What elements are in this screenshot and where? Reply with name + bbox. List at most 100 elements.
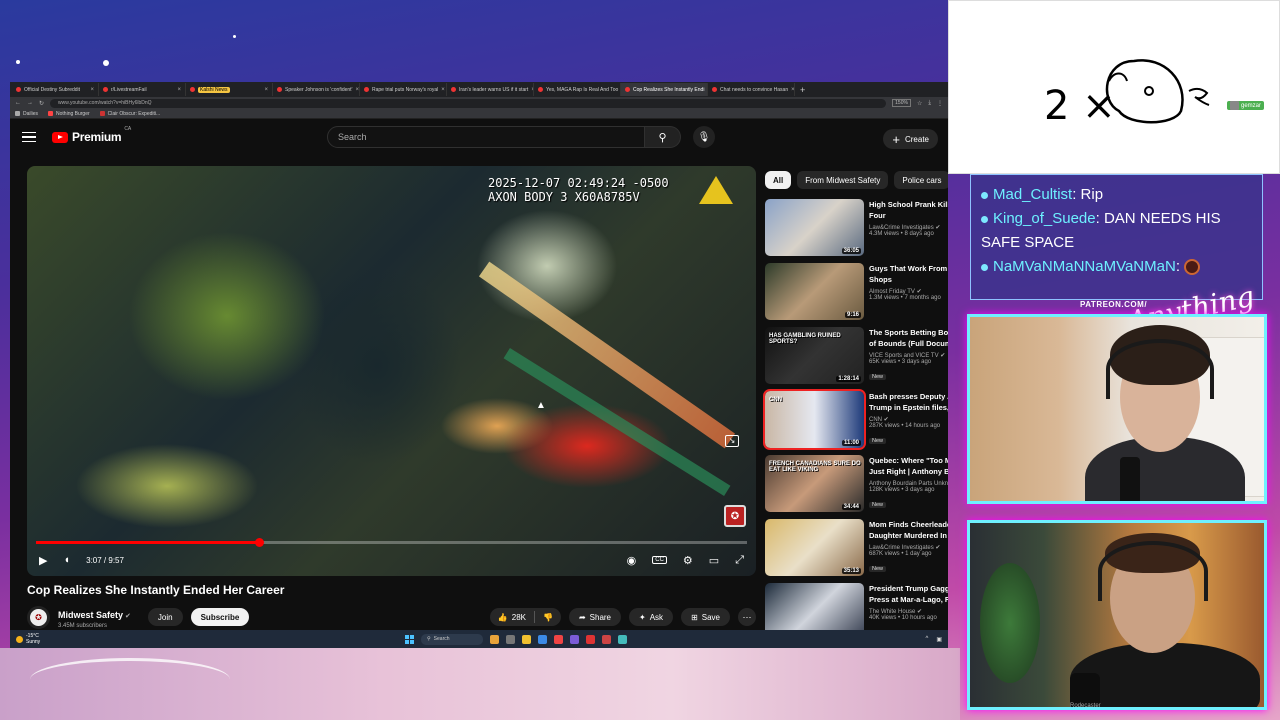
search-button[interactable]: ⚲ — [645, 126, 681, 148]
close-tab-icon[interactable]: × — [90, 87, 94, 93]
video-title-line[interactable]: High School Prank Kills M — [869, 199, 948, 210]
video-title-line[interactable]: Press at Mar-a-Lago, Feb. — [869, 594, 948, 605]
hamburger-menu-icon[interactable] — [22, 131, 36, 143]
bookmark-item[interactable]: Nothing Burger — [48, 111, 90, 117]
menu-dots-icon[interactable]: ⋮ — [937, 100, 943, 107]
video-title-line[interactable]: Just Right | Anthony Bour — [869, 466, 948, 477]
video-title-line[interactable]: Daughter Murdered In He — [869, 530, 948, 541]
captions-icon[interactable]: CC — [652, 556, 667, 564]
browser-tab[interactable]: Chat needs to convince Hasan × — [708, 83, 795, 96]
download-icon[interactable]: ⤓ — [928, 100, 931, 107]
theater-mode-icon[interactable]: ▭ — [709, 554, 719, 567]
dislike-button[interactable]: 👎 — [535, 613, 561, 622]
join-button[interactable]: Join — [147, 608, 183, 626]
close-tab-icon[interactable]: × — [356, 87, 359, 93]
browser-tab[interactable]: Yes, MAGA Rap Is Real And Too× — [534, 83, 621, 96]
share-button[interactable]: ➦ Share — [568, 608, 622, 626]
video-title-line[interactable]: Mom Finds Cheerleader — [869, 519, 948, 530]
video-title-line[interactable]: Trump in Epstein files, Do — [869, 402, 948, 413]
taskbar-search[interactable]: ⚲ Search — [421, 633, 483, 645]
close-tab-icon[interactable]: × — [177, 87, 181, 93]
miniplayer-icon[interactable]: ↘ — [725, 435, 739, 447]
app-icon[interactable] — [586, 634, 595, 644]
create-button[interactable]: + Create — [883, 129, 938, 149]
weather-widget[interactable]: -15°C Sunny — [16, 633, 40, 645]
app-icon[interactable] — [602, 634, 611, 644]
close-tab-icon[interactable]: × — [264, 87, 268, 93]
video-channel[interactable]: Anthony Bourdain Parts Unkno ✔ — [869, 480, 948, 487]
more-options-button[interactable]: ⋯ — [738, 608, 756, 626]
channel-avatar[interactable]: ✪ — [27, 605, 50, 629]
reload-icon[interactable]: ↻ — [39, 100, 44, 107]
chrome-icon[interactable] — [554, 634, 563, 644]
filter-chip[interactable]: All — [765, 171, 792, 189]
filter-chip[interactable]: From Midwest Safety — [797, 171, 889, 189]
bookmark-item[interactable]: Dailies — [15, 111, 38, 117]
video-channel[interactable]: Almost Friday TV ✔ — [869, 288, 948, 295]
video-thumbnail[interactable]: FRENCH CANADIANS SURE DO EAT LIKE VIKING… — [765, 455, 864, 512]
recommended-video[interactable]: 36:05 High School Prank Kills MFour Law&Cr… — [765, 199, 948, 263]
video-title-line[interactable]: Bash presses Deputy AG — [869, 391, 948, 402]
browser-tab[interactable]: Official Destiny Subreddit × — [12, 83, 99, 96]
recommended-video[interactable]: FRENCH CANADIANS SURE DO EAT LIKE VIKING… — [765, 455, 948, 519]
recommended-video[interactable]: CNN 11:00 Bash presses Deputy AGTrump in E… — [763, 389, 948, 455]
video-channel[interactable]: VICE Sports and VICE TV ✔ — [869, 352, 948, 359]
settings-gear-icon[interactable]: ⚙ — [683, 554, 693, 567]
save-button[interactable]: ⊞ Save — [681, 608, 730, 626]
video-title-line[interactable]: Four — [869, 210, 948, 221]
video-title-line[interactable]: of Bounds (Full Document — [869, 338, 948, 349]
fullscreen-icon[interactable]: ⤢ — [735, 554, 744, 567]
app-icon[interactable] — [618, 634, 627, 644]
progress-scrubber[interactable] — [254, 538, 264, 547]
browser-tab[interactable]: r/LivestreamFail × — [99, 83, 186, 96]
recommended-video[interactable]: HAS GAMBLING RUINED SPORTS? 1:28:14 The Sp… — [765, 327, 948, 391]
play-icon[interactable]: ▶ — [39, 554, 47, 567]
forward-icon[interactable]: → — [27, 100, 33, 106]
chevron-up-icon[interactable]: ^ — [926, 636, 929, 643]
windows-start-icon[interactable] — [405, 634, 414, 644]
browser-tab[interactable]: Speaker Johnson is 'confident' × — [273, 83, 360, 96]
video-title-line[interactable]: The Sports Betting Boom — [869, 327, 948, 338]
discord-icon[interactable] — [570, 634, 579, 644]
app-icon[interactable] — [506, 634, 515, 644]
channel-watermark-icon[interactable]: ✪ — [724, 505, 746, 527]
video-thumbnail[interactable]: 35:13 — [765, 519, 864, 576]
video-channel[interactable]: The White House ✔ — [869, 608, 948, 615]
video-channel[interactable]: Law&Crime Investigates ✔ — [869, 224, 948, 231]
bookmark-item[interactable]: Clair Obscur: Expediti... — [99, 111, 160, 117]
new-tab-icon[interactable]: + — [795, 85, 810, 95]
browser-tab[interactable]: Kalshi News × — [186, 83, 273, 96]
zoom-badge[interactable]: 150% — [892, 99, 911, 107]
video-title-line[interactable]: Quebec: Where "Too Much — [869, 455, 948, 466]
video-player[interactable]: 2025-12-07 02:49:24 -0500 AXON BODY 3 X6… — [27, 166, 756, 576]
channel-name[interactable]: Midwest Safety — [58, 610, 123, 620]
app-icon[interactable] — [538, 634, 547, 644]
browser-tab[interactable]: Iran's leader warns US if it start× — [447, 83, 534, 96]
recommended-video[interactable]: 9:16 Guys That Work From CofShops Almost F… — [765, 263, 948, 327]
video-title-line[interactable]: Guys That Work From Cof — [869, 263, 948, 274]
like-button[interactable]: 👍 28K — [490, 613, 534, 622]
back-icon[interactable]: ← — [15, 100, 21, 106]
voice-search-button[interactable]: 🎙 — [693, 126, 715, 148]
autoplay-toggle-icon[interactable]: ◉ — [627, 554, 637, 567]
close-tab-icon[interactable]: × — [441, 87, 445, 93]
video-channel[interactable]: Law&Crime Investigates ✔ — [869, 544, 948, 551]
browser-tab[interactable]: Cop Realizes She Instantly Endi× — [621, 83, 708, 96]
browser-tab[interactable]: Rape trial puts Norway's royal × — [360, 83, 447, 96]
url-field[interactable]: www.youtube.com/watch?v=hiBHy6lbDnQ — [50, 98, 887, 108]
search-input[interactable] — [327, 126, 645, 148]
progress-bar[interactable] — [36, 538, 747, 547]
subscribe-button[interactable]: Subscribe — [190, 608, 250, 626]
star-icon[interactable]: ☆ — [917, 100, 922, 107]
network-icon[interactable]: ▣ — [936, 636, 942, 643]
ask-button[interactable]: ✦ Ask — [629, 608, 674, 626]
video-title-line[interactable]: Shops — [869, 274, 948, 285]
recommended-video[interactable]: 35:13 Mom Finds Cheerleader Daughter Murde… — [765, 519, 948, 583]
app-icon[interactable] — [490, 634, 499, 644]
video-thumbnail[interactable]: CNN 11:00 — [763, 389, 866, 450]
folder-app-icon[interactable] — [522, 634, 531, 644]
video-thumbnail[interactable]: HAS GAMBLING RUINED SPORTS? 1:28:14 — [765, 327, 864, 384]
volume-icon[interactable]: ◖ — [63, 554, 70, 566]
filter-chip[interactable]: Police cars — [894, 171, 948, 189]
youtube-logo[interactable]: Premium CA — [52, 126, 131, 144]
